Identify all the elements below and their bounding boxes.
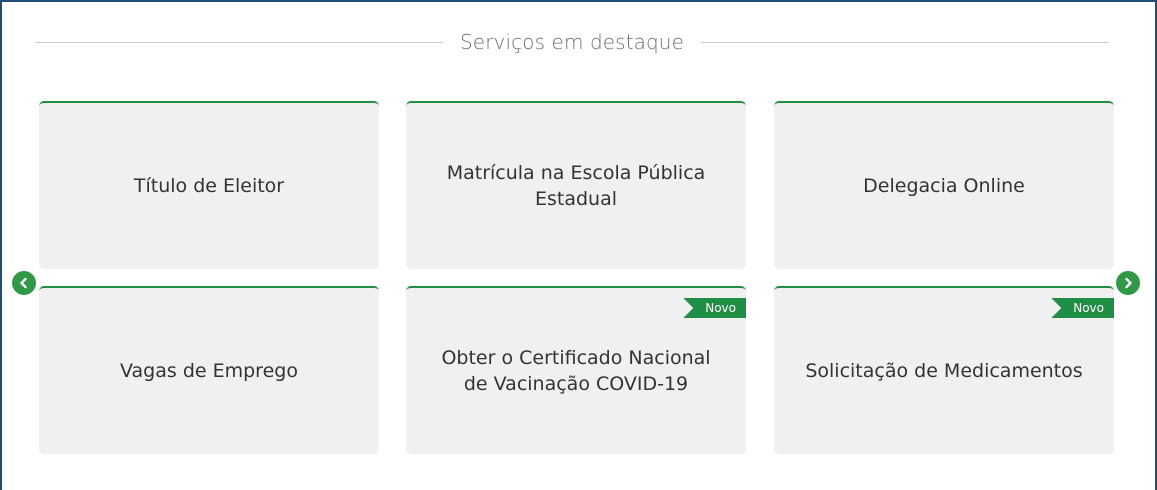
service-card-title: Solicitação de Medicamentos bbox=[805, 360, 1083, 382]
new-badge: Novo bbox=[1051, 298, 1114, 318]
section-title: Serviços em destaque bbox=[460, 30, 684, 54]
service-card-titulo-de-eleitor[interactable]: Título de Eleitor bbox=[39, 101, 379, 269]
service-card-vagas-de-emprego[interactable]: Vagas de Emprego bbox=[39, 286, 379, 454]
chevron-right-icon bbox=[1125, 277, 1132, 289]
featured-services-panel: Serviços em destaque Título de Eleitor M… bbox=[0, 0, 1157, 490]
header-divider-right bbox=[700, 41, 1109, 43]
service-card-title: Título de Eleitor bbox=[133, 175, 285, 197]
service-card-solicitacao-medicamentos[interactable]: Novo Solicitação de Medicamentos bbox=[774, 286, 1114, 454]
new-badge: Novo bbox=[683, 298, 746, 318]
service-card-matricula-escola[interactable]: Matrícula na Escola Pública Estadual bbox=[406, 101, 746, 269]
service-card-certificado-vacinacao[interactable]: Novo Obter o Certificado Nacional de Vac… bbox=[406, 286, 746, 454]
header-divider-left bbox=[35, 41, 444, 43]
service-card-title: Obter o Certificado Nacional de Vacinaçã… bbox=[441, 347, 711, 395]
carousel-next-button[interactable] bbox=[1116, 271, 1140, 295]
service-card-title: Matrícula na Escola Pública Estadual bbox=[446, 162, 706, 210]
service-card-delegacia-online[interactable]: Delegacia Online bbox=[774, 101, 1114, 269]
chevron-left-icon bbox=[20, 277, 27, 289]
section-header: Serviços em destaque bbox=[35, 24, 1109, 60]
service-card-title: Vagas de Emprego bbox=[120, 360, 298, 382]
service-card-title: Delegacia Online bbox=[863, 175, 1025, 197]
carousel-prev-button[interactable] bbox=[12, 271, 36, 295]
